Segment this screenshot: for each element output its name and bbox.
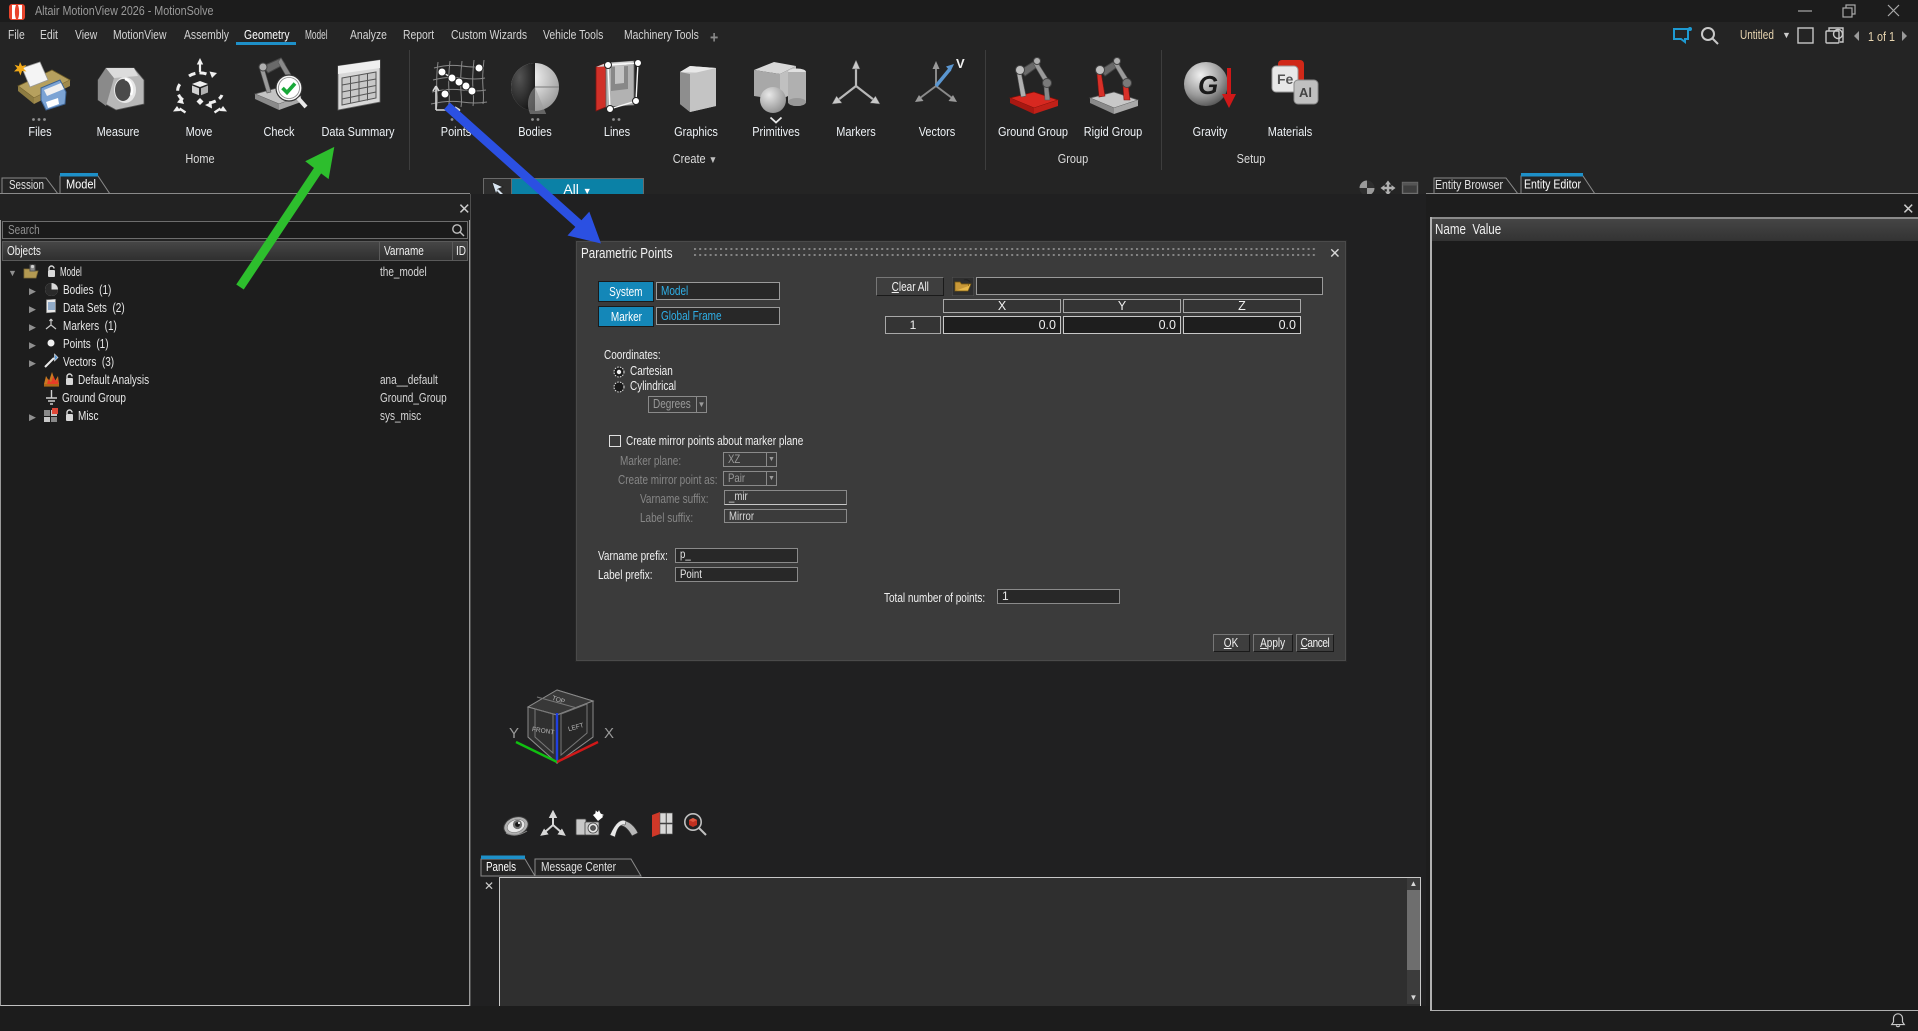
svg-text:Panels: Panels xyxy=(486,860,516,874)
svg-text:1 of 1: 1 of 1 xyxy=(1868,30,1895,44)
svg-text:G: G xyxy=(1198,70,1218,100)
svg-text:Fe: Fe xyxy=(1277,71,1294,87)
svg-text:Session: Session xyxy=(9,178,44,192)
svg-text:Message Center: Message Center xyxy=(541,860,616,874)
svg-text:Al: Al xyxy=(1299,85,1312,100)
svg-text:V: V xyxy=(956,56,965,71)
svg-text:Entity Browser: Entity Browser xyxy=(1435,178,1503,192)
svg-text:Model: Model xyxy=(66,178,96,192)
svg-text:Entity Editor: Entity Editor xyxy=(1524,178,1581,192)
